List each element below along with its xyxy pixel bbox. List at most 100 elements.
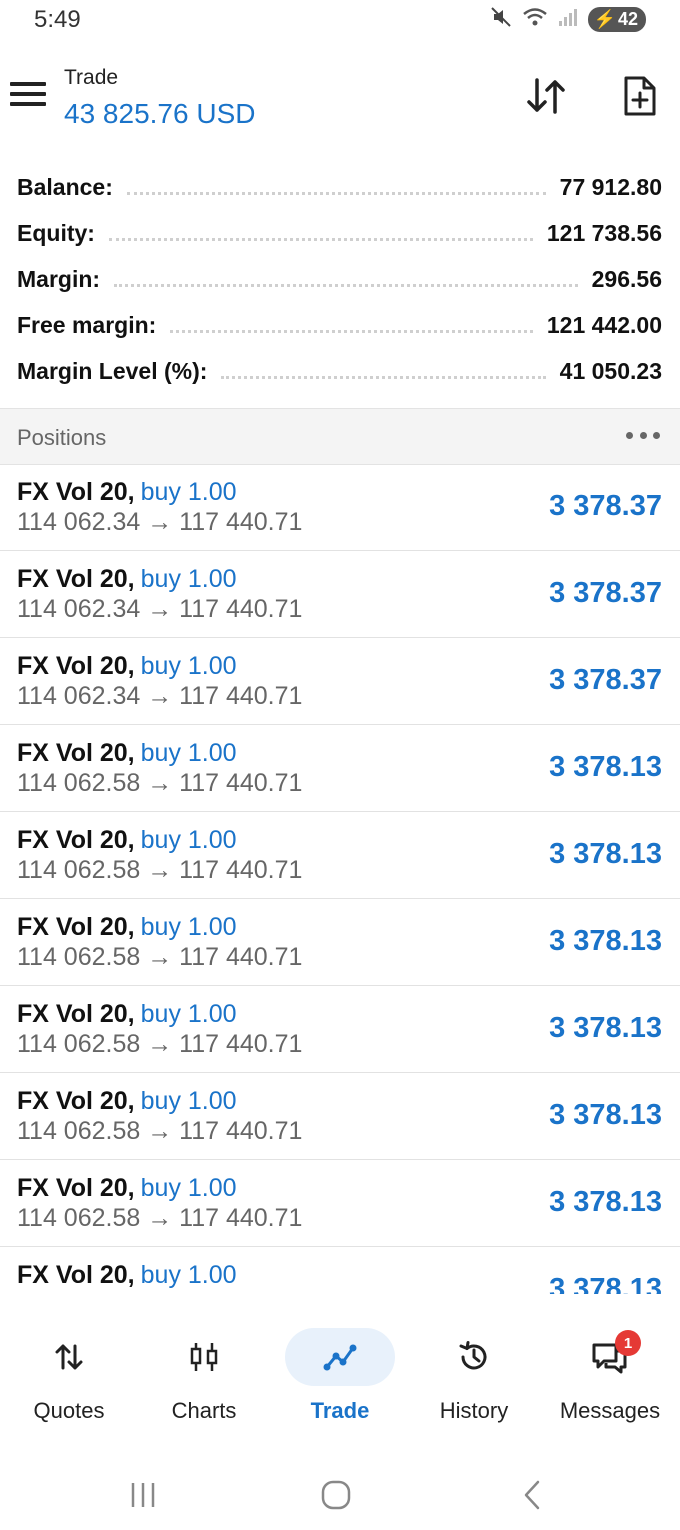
dotted-leader	[221, 375, 546, 379]
position-symbol: FX Vol 20,	[17, 652, 135, 680]
position-symbol: FX Vol 20,	[17, 1087, 135, 1115]
sort-arrows-icon	[527, 78, 565, 114]
position-profit: 3 378.13	[549, 1012, 662, 1044]
position-row[interactable]: FX Vol 20, buy 1.00 114 062.58 → 117 440.…	[0, 899, 680, 986]
nav-label: Trade	[310, 1398, 370, 1423]
nav-label: Quotes	[33, 1398, 105, 1423]
mute-icon	[490, 6, 512, 33]
nav-label: History	[439, 1398, 509, 1423]
position-prices: 114 062.58 → 117 440.71	[17, 943, 303, 971]
positions-section-header: Positions	[0, 408, 680, 465]
summary-label: Margin:	[17, 265, 101, 292]
position-row[interactable]: FX Vol 20, buy 1.00 114 062.58 → 117 440.…	[0, 986, 680, 1073]
summary-label: Equity:	[17, 219, 95, 246]
status-time: 5:49	[34, 6, 81, 33]
position-prices: 114 062.58 → 117 440.71	[17, 769, 303, 797]
account-summary: Balance: 77 912.80 Equity: 121 738.56 Ma…	[0, 164, 680, 394]
status-bar: 5:49 ⚡ 42	[0, 0, 680, 44]
position-symbol: FX Vol 20,	[17, 913, 135, 941]
position-prices: 114 062.34 → 117 440.71	[17, 682, 303, 710]
more-options-icon[interactable]	[626, 423, 660, 447]
summary-value: 296.56	[591, 265, 662, 292]
system-navigation-bar	[0, 1450, 680, 1530]
summary-label: Balance:	[17, 173, 113, 200]
dotted-leader	[126, 191, 546, 195]
summary-value: 41 050.23	[559, 357, 662, 384]
charging-bolt-icon: ⚡	[593, 9, 616, 29]
position-prices: 114 062.58 → 117 440.71	[17, 1030, 303, 1058]
summary-row-equity: Equity: 121 738.56	[0, 210, 680, 256]
recent-apps-icon	[131, 1483, 155, 1507]
position-row[interactable]: FX Vol 20, buy 1.00 114 062.34 → 117 440.…	[0, 464, 680, 551]
summary-label: Margin Level (%):	[17, 357, 208, 384]
dotted-leader	[108, 237, 533, 241]
position-symbol: FX Vol 20,	[17, 1174, 135, 1202]
nav-messages[interactable]: 1 Messages	[542, 1328, 678, 1438]
positions-list[interactable]: FX Vol 20, buy 1.00 114 062.34 → 117 440.…	[0, 464, 680, 1294]
new-document-icon	[624, 76, 656, 116]
home-button[interactable]	[306, 1470, 366, 1520]
quotes-icon	[55, 1344, 83, 1370]
nav-label: Charts	[171, 1398, 237, 1423]
position-profit: 3 378.13	[549, 1099, 662, 1131]
nav-charts[interactable]: Charts	[136, 1328, 272, 1438]
position-profit: 3 378.13	[549, 1186, 662, 1218]
position-side: buy 1.00	[140, 1000, 237, 1028]
summary-value: 121 442.00	[546, 311, 662, 338]
position-row[interactable]: FX Vol 20, buy 1.00 3 378.13	[0, 1247, 680, 1294]
position-prices: 114 062.34 → 117 440.71	[17, 508, 303, 536]
notification-badge: 1	[615, 1330, 641, 1356]
wifi-icon	[522, 6, 548, 33]
status-icons: ⚡ 42	[490, 6, 646, 33]
position-profit: 3 378.13	[549, 925, 662, 957]
dotted-leader	[170, 329, 533, 333]
position-symbol: FX Vol 20,	[17, 1261, 135, 1289]
position-symbol: FX Vol 20,	[17, 1000, 135, 1028]
positions-title: Positions	[17, 425, 107, 450]
back-icon	[524, 1480, 540, 1510]
position-profit: 3 378.37	[549, 664, 662, 696]
nav-trade[interactable]: Trade	[272, 1328, 408, 1438]
position-side: buy 1.00	[140, 1087, 237, 1115]
position-row[interactable]: FX Vol 20, buy 1.00 114 062.58 → 117 440.…	[0, 1073, 680, 1160]
battery-level: 42	[617, 9, 638, 29]
dotted-leader	[114, 283, 578, 287]
home-icon	[321, 1480, 351, 1510]
position-profit: 3 378.13	[549, 751, 662, 783]
recent-apps-button[interactable]	[113, 1470, 173, 1520]
bottom-navigation: Quotes Charts Trade History 1 Messages	[0, 1300, 680, 1440]
new-order-button[interactable]	[616, 72, 664, 120]
summary-row-balance: Balance: 77 912.80	[0, 164, 680, 210]
position-prices: 114 062.34 → 117 440.71	[17, 595, 303, 623]
summary-row-free-margin: Free margin: 121 442.00	[0, 302, 680, 348]
summary-row-margin-level: Margin Level (%): 41 050.23	[0, 348, 680, 394]
battery-indicator: ⚡ 42	[587, 7, 646, 32]
page-title: Trade	[64, 66, 119, 89]
position-prices: 114 062.58 → 117 440.71	[17, 1117, 303, 1145]
summary-value: 121 738.56	[546, 219, 662, 246]
position-row[interactable]: FX Vol 20, buy 1.00 114 062.58 → 117 440.…	[0, 725, 680, 812]
position-side: buy 1.00	[140, 913, 237, 941]
sort-button[interactable]	[522, 72, 570, 120]
signal-icon	[558, 7, 578, 32]
position-side: buy 1.00	[140, 826, 237, 854]
nav-quotes[interactable]: Quotes	[1, 1328, 137, 1438]
position-profit: 3 378.13	[549, 838, 662, 870]
summary-value: 77 912.80	[559, 173, 662, 200]
position-row[interactable]: FX Vol 20, buy 1.00 114 062.34 → 117 440.…	[0, 638, 680, 725]
position-row[interactable]: FX Vol 20, buy 1.00 114 062.58 → 117 440.…	[0, 812, 680, 899]
position-side: buy 1.00	[140, 739, 237, 767]
position-row[interactable]: FX Vol 20, buy 1.00 114 062.58 → 117 440.…	[0, 1160, 680, 1247]
position-side: buy 1.00	[140, 565, 237, 593]
summary-row-margin: Margin: 296.56	[0, 256, 680, 302]
summary-label: Free margin:	[17, 311, 157, 338]
history-icon	[459, 1341, 487, 1370]
position-profit: 3 378.37	[549, 490, 662, 522]
position-profit: 3 378.13	[549, 1273, 662, 1294]
nav-history[interactable]: History	[406, 1328, 542, 1438]
trade-line-icon	[323, 1344, 357, 1371]
position-row[interactable]: FX Vol 20, buy 1.00 114 062.34 → 117 440.…	[0, 551, 680, 638]
back-button[interactable]	[502, 1470, 562, 1520]
menu-icon[interactable]	[10, 82, 46, 112]
position-symbol: FX Vol 20,	[17, 478, 135, 506]
